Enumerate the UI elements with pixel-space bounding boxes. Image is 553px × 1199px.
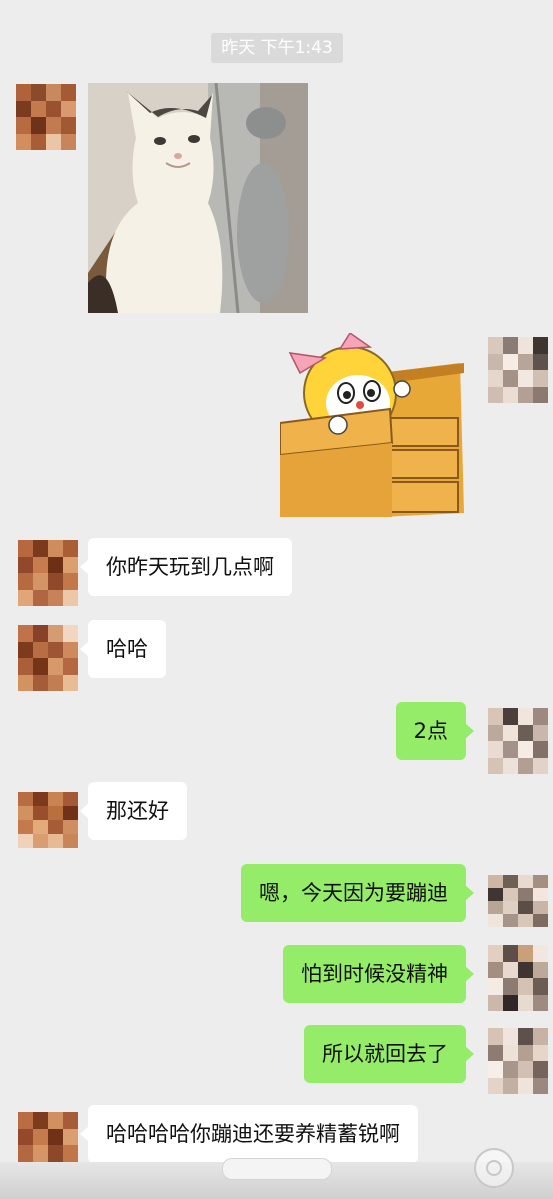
chat-timestamp: 昨天 下午1:43 — [211, 33, 343, 63]
contact-avatar[interactable] — [18, 625, 78, 691]
message-bubble-received[interactable]: 哈哈 — [80, 620, 166, 678]
contact-avatar[interactable] — [18, 792, 78, 848]
message-bubble-received[interactable]: 那还好 — [80, 782, 187, 840]
sticker-image[interactable] — [280, 333, 466, 517]
contact-avatar[interactable] — [18, 540, 78, 606]
message-bubble-sent[interactable]: 嗯，今天因为要蹦迪 — [241, 864, 474, 922]
self-avatar[interactable] — [488, 337, 548, 403]
message-bubble-sent[interactable]: 所以就回去了 — [304, 1025, 474, 1083]
contact-avatar[interactable] — [16, 84, 76, 150]
message-bubble-received[interactable]: 哈哈哈哈你蹦迪还要养精蓄锐啊 — [80, 1105, 418, 1163]
home-indicator[interactable] — [222, 1158, 332, 1180]
message-bubble-sent[interactable]: 2点 — [395, 702, 475, 760]
self-avatar[interactable] — [488, 875, 548, 927]
self-avatar[interactable] — [488, 1028, 548, 1094]
dorami-sticker-icon — [280, 333, 466, 517]
floating-assist-icon[interactable] — [474, 1148, 514, 1188]
cat-photo-icon — [88, 83, 308, 313]
message-bubble-received[interactable]: 你昨天玩到几点啊 — [80, 538, 292, 596]
self-avatar[interactable] — [488, 945, 548, 1011]
message-bubble-sent[interactable]: 怕到时候没精神 — [283, 945, 474, 1003]
self-avatar[interactable] — [488, 708, 548, 774]
cat-image[interactable] — [88, 83, 308, 313]
